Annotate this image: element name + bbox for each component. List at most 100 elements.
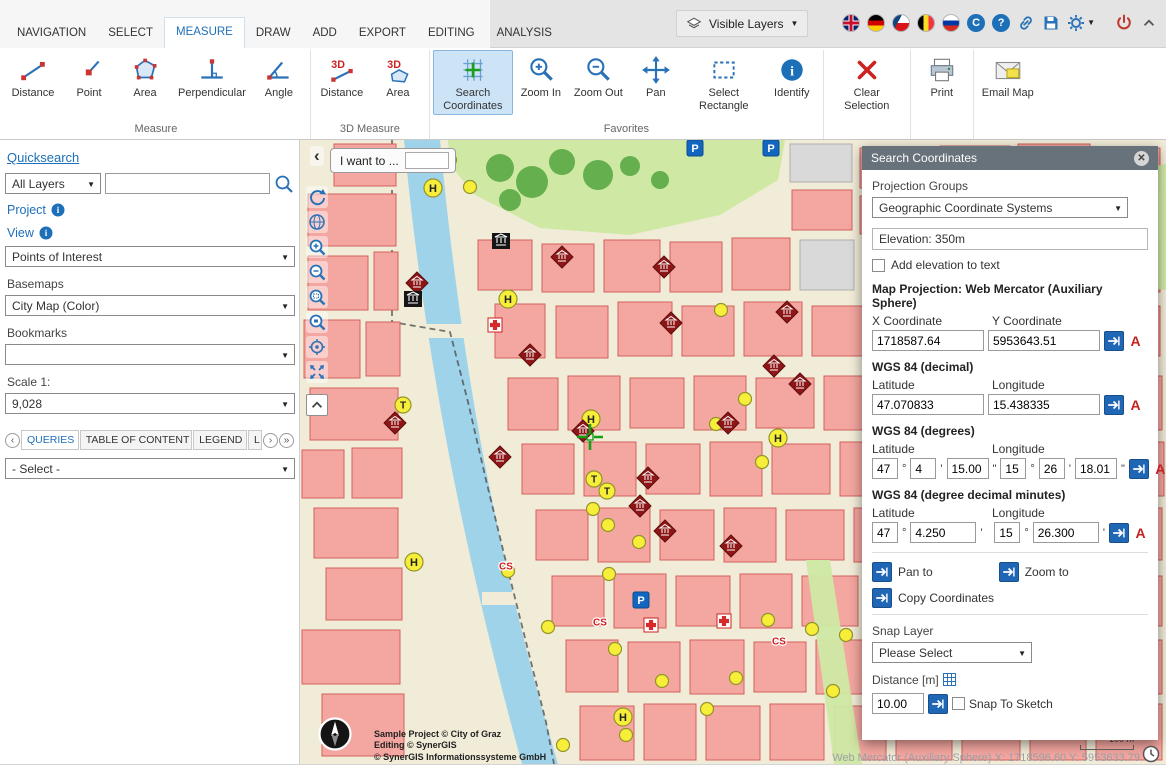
tool-search-coordinates[interactable]: Search Coordinates <box>433 50 513 115</box>
language-russian-flag-icon[interactable] <box>942 14 960 32</box>
tool-identify[interactable]: i Identify <box>764 50 820 103</box>
tab-table-of-content[interactable]: TABLE OF CONTENT <box>80 430 192 450</box>
center-map-button[interactable] <box>306 336 328 358</box>
visible-layers-button[interactable]: Visible Layers ▼ <box>676 10 808 37</box>
share-link-icon[interactable] <box>1017 14 1035 32</box>
tool-3d-distance[interactable]: 3D Distance <box>314 50 370 103</box>
x-coordinate-input[interactable] <box>872 330 984 351</box>
language-czech-flag-icon[interactable] <box>892 14 910 32</box>
longitude-minutes-input[interactable] <box>1039 458 1065 479</box>
longitude-ddm-degrees-input[interactable] <box>994 522 1020 543</box>
project-label[interactable]: Project <box>7 203 46 217</box>
latitude-degrees-input[interactable] <box>872 458 898 479</box>
latitude-ddm-degrees-input[interactable] <box>872 522 898 543</box>
settings-menu-button[interactable]: ▼ <box>1067 14 1095 32</box>
snap-distance-input[interactable] <box>872 693 924 714</box>
query-select[interactable]: - Select -▼ <box>5 458 295 479</box>
longitude-ddm-minutes-input[interactable] <box>1033 522 1099 543</box>
copy-coordinates-button[interactable]: Copy Coordinates <box>872 588 994 608</box>
zoom-to-button[interactable]: Zoom to <box>999 562 1069 582</box>
save-icon[interactable] <box>1042 14 1060 32</box>
all-layers-select[interactable]: All Layers▼ <box>5 173 101 194</box>
tab-draw[interactable]: DRAW <box>245 19 302 48</box>
view-select[interactable]: Points of Interest▼ <box>5 246 295 267</box>
tool-3d-area[interactable]: 3D Area <box>370 50 426 103</box>
overview-globe-button[interactable] <box>306 211 328 233</box>
zoom-window-button[interactable] <box>306 286 328 308</box>
snap-to-sketch-checkbox[interactable] <box>952 697 965 710</box>
tool-print[interactable]: Print <box>914 50 970 103</box>
label-coordinate-icon[interactable]: A <box>1133 525 1148 541</box>
label-coordinate-icon[interactable]: A <box>1153 461 1166 477</box>
snap-layer-select[interactable]: Please Select▼ <box>872 642 1032 663</box>
language-english-flag-icon[interactable] <box>842 14 860 32</box>
language-german-flag-icon[interactable] <box>867 14 885 32</box>
longitude-degrees-input[interactable] <box>1000 458 1026 479</box>
basemap-select[interactable]: City Map (Color)▼ <box>5 295 295 316</box>
close-icon[interactable]: ✕ <box>1134 151 1149 166</box>
tab-export[interactable]: EXPORT <box>348 19 417 48</box>
tab-navigation[interactable]: NAVIGATION <box>6 19 97 48</box>
i-want-to-search[interactable]: I want to ... <box>330 148 456 173</box>
pan-to-button[interactable]: Pan to <box>872 562 933 582</box>
projection-group-select[interactable]: Geographic Coordinate Systems▼ <box>872 197 1128 218</box>
apply-distance-button[interactable] <box>928 694 948 714</box>
apply-decimal-button[interactable] <box>1104 395 1124 415</box>
longitude-decimal-input[interactable] <box>988 394 1100 415</box>
tool-measure-point[interactable]: Point <box>61 50 117 103</box>
latitude-decimal-input[interactable] <box>872 394 984 415</box>
tool-zoom-in[interactable]: Zoom In <box>513 50 569 103</box>
tabs-more-button[interactable]: » <box>279 433 294 448</box>
tool-measure-angle[interactable]: Angle <box>251 50 307 103</box>
tab-select[interactable]: SELECT <box>97 19 164 48</box>
view-label[interactable]: View <box>7 226 34 240</box>
copyright-icon[interactable]: C <box>967 14 985 32</box>
collapse-toolbar-icon[interactable] <box>1140 14 1158 32</box>
tool-select-rectangle[interactable]: Select Rectangle <box>684 50 764 115</box>
i-want-to-input[interactable] <box>405 152 449 169</box>
quicksearch-input[interactable] <box>105 173 270 194</box>
zoom-out-button[interactable] <box>306 261 328 283</box>
label-coordinate-icon[interactable]: A <box>1128 333 1143 349</box>
info-icon[interactable]: i <box>39 226 53 240</box>
history-clock-button[interactable] <box>1142 745 1160 768</box>
longitude-seconds-input[interactable] <box>1075 458 1117 479</box>
grid-table-icon[interactable] <box>943 673 956 689</box>
help-icon[interactable]: ? <box>992 14 1010 32</box>
tab-editing[interactable]: EDITING <box>417 19 486 48</box>
tab-legend[interactable]: LEGEND <box>193 430 247 450</box>
tool-pan[interactable]: Pan <box>628 50 684 103</box>
map-rotate-button[interactable] <box>306 186 328 208</box>
tab-analysis[interactable]: ANALYSIS <box>486 19 563 48</box>
y-coordinate-input[interactable] <box>988 330 1100 351</box>
tab-measure[interactable]: MEASURE <box>164 17 245 48</box>
tool-email-map[interactable]: Email Map <box>977 50 1039 103</box>
language-flag-icon[interactable] <box>917 14 935 32</box>
tab-clipped[interactable]: L <box>248 430 262 450</box>
apply-ddm-button[interactable] <box>1109 523 1129 543</box>
apply-degrees-button[interactable] <box>1129 459 1149 479</box>
latitude-seconds-input[interactable] <box>947 458 989 479</box>
collapse-sidebar-button[interactable]: ‹ <box>310 146 324 166</box>
map-toolbar-collapse-button[interactable] <box>306 394 328 416</box>
tool-measure-distance[interactable]: Distance <box>5 50 61 103</box>
tool-measure-area[interactable]: Area <box>117 50 173 103</box>
label-coordinate-icon[interactable]: A <box>1128 397 1143 413</box>
latitude-minutes-input[interactable] <box>910 458 936 479</box>
full-extent-button[interactable] <box>306 361 328 383</box>
info-icon[interactable]: i <box>51 203 65 217</box>
tabs-scroll-left-button[interactable]: ‹ <box>5 433 20 448</box>
quicksearch-link[interactable]: Quicksearch <box>7 150 79 165</box>
tool-zoom-out[interactable]: Zoom Out <box>569 50 628 103</box>
latitude-ddm-minutes-input[interactable] <box>910 522 976 543</box>
tab-queries[interactable]: QUERIES <box>21 430 79 450</box>
zoom-scale-button[interactable] <box>306 311 328 333</box>
search-icon[interactable] <box>274 174 294 194</box>
apply-xy-button[interactable] <box>1104 331 1124 351</box>
tabs-scroll-right-button[interactable]: › <box>263 433 278 448</box>
tab-add[interactable]: ADD <box>302 19 348 48</box>
logout-power-icon[interactable] <box>1115 14 1133 32</box>
add-elevation-checkbox[interactable] <box>872 259 885 272</box>
tool-measure-perpendicular[interactable]: Perpendicular <box>173 50 251 103</box>
tool-clear-selection[interactable]: Clear Selection <box>827 50 907 115</box>
